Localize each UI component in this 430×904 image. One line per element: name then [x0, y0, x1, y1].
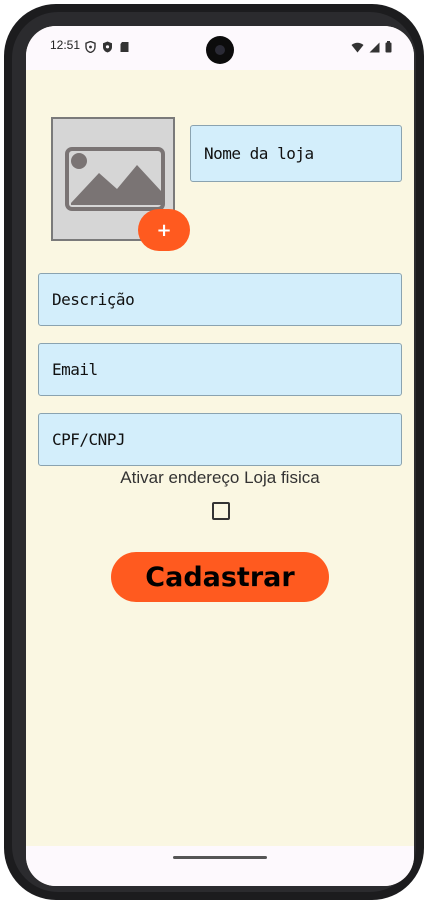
- status-icons-left: [85, 38, 130, 54]
- battery-icon: [385, 38, 392, 57]
- home-indicator[interactable]: [173, 856, 267, 859]
- image-placeholder-icon: [65, 147, 165, 211]
- signal-icon: [369, 38, 380, 57]
- navigation-bar: [26, 846, 414, 886]
- status-time: 12:51: [50, 38, 81, 52]
- add-image-button[interactable]: +: [138, 209, 190, 251]
- wifi-icon: [351, 38, 364, 57]
- description-field[interactable]: Descrição: [38, 273, 402, 326]
- submit-button[interactable]: Cadastrar: [111, 552, 329, 602]
- physical-store-address-label: Ativar endereço Loja fisica: [120, 468, 320, 487]
- shield-icon: [85, 38, 96, 54]
- physical-store-address-checkbox[interactable]: [212, 502, 230, 520]
- status-icons-right: [351, 38, 392, 57]
- store-registration-form: + Nome da loja Descrição Email CPF/CNPJ …: [26, 70, 414, 886]
- shield-icon: [102, 38, 113, 53]
- status-bar: 12:51: [26, 26, 414, 70]
- front-camera: [206, 36, 234, 64]
- screen: 12:51 + Nome da loja Descrição Email CPF…: [26, 26, 414, 886]
- cpf-cnpj-field[interactable]: CPF/CNPJ: [38, 413, 402, 466]
- email-field[interactable]: Email: [38, 343, 402, 396]
- store-name-field[interactable]: Nome da loja: [190, 125, 402, 182]
- sd-card-icon: [119, 38, 130, 52]
